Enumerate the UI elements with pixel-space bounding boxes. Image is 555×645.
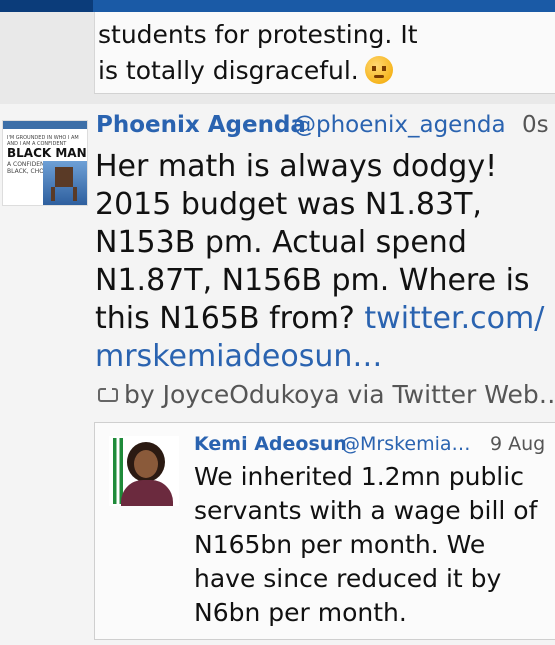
tweet-line: N153B pm. Actual spend xyxy=(95,225,467,260)
tweet-line: N1.87T, N156B pm. Where is xyxy=(95,263,530,298)
quoted-tweet-text: We inherited 1.2mn public servants with … xyxy=(194,460,549,630)
quoted-line: N6bn per month. xyxy=(194,598,407,627)
previous-tweet-text: students for protesting. It is totally d… xyxy=(98,17,538,89)
previous-tweet-line: students for protesting. It xyxy=(98,20,418,49)
quoted-line: have since reduced it by xyxy=(194,564,502,593)
tweet-line-text: this N165B from? xyxy=(95,301,355,336)
quoted-line: N165bn per month. We xyxy=(194,530,486,559)
avatar-banner xyxy=(3,121,87,129)
body-shape xyxy=(121,480,173,506)
tweet-text: Her math is always dodgy! 2015 budget wa… xyxy=(95,148,550,376)
top-bar-indicator xyxy=(0,0,93,12)
retweet-text: by JoyceOdukoya via Twitter Web… xyxy=(124,380,555,409)
quoted-line: servants with a wage bill of xyxy=(194,496,538,525)
angry-face-icon xyxy=(364,56,393,84)
tweet-timestamp: 0s xyxy=(522,112,549,138)
avatar[interactable]: I'M GROUNDED IN WHO I AM AND I AM A CONFI… xyxy=(2,120,88,206)
tweet-line: this N165B from? twitter.com/ xyxy=(95,300,550,338)
quoted-line: We inherited 1.2mn public xyxy=(194,462,524,491)
author-name[interactable]: Phoenix Agenda xyxy=(96,112,306,138)
top-status-bar xyxy=(0,0,555,12)
retweet-attribution[interactable]: by JoyceOdukoya via Twitter Web… xyxy=(98,380,555,409)
tweet-line: Her math is always dodgy! xyxy=(95,149,498,184)
author-handle[interactable]: @phoenix_agenda xyxy=(293,112,506,138)
retweet-icon xyxy=(98,386,118,402)
tweet-link[interactable]: twitter.com/ xyxy=(364,301,544,336)
tweet-line: 2015 budget was N1.83T, xyxy=(95,187,482,222)
face-shape xyxy=(134,450,158,478)
previous-tweet-line: is totally disgraceful. xyxy=(98,56,359,85)
quoted-avatar[interactable] xyxy=(109,436,179,506)
chair-image xyxy=(43,161,87,205)
avatar-text: BLACK MAN xyxy=(7,146,87,160)
quoted-author-handle[interactable]: @Mrskemia… xyxy=(341,433,471,455)
tweet-link[interactable]: mrskemiadeosun… xyxy=(95,338,550,376)
quoted-author-name[interactable]: Kemi Adeosun xyxy=(194,433,347,455)
quoted-timestamp: 9 Aug xyxy=(490,433,546,455)
